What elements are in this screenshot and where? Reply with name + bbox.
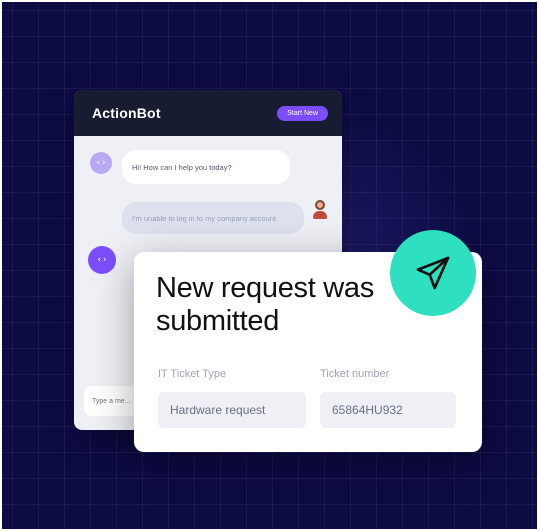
ticket-type-label: IT Ticket Type — [158, 368, 227, 380]
chat-title: ActionBot — [92, 105, 161, 121]
bot-avatar: ‹› — [90, 152, 112, 174]
card-title: New request was submitted — [156, 272, 374, 337]
code-bracket-icon: ‹› — [95, 158, 107, 168]
ticket-number-label: Ticket number — [320, 368, 390, 380]
ticket-type-field: Hardware request — [158, 392, 306, 428]
user-avatar-icon — [310, 200, 330, 222]
bot-message-bubble: Hi! How can I help you today? — [122, 150, 290, 184]
user-message-bubble: I'm unable to log in to my company accou… — [122, 202, 304, 234]
start-new-button[interactable]: Start New — [277, 105, 328, 121]
paper-plane-icon — [416, 256, 450, 290]
bot-avatar-typing: ‹› — [88, 246, 116, 274]
chat-header: ActionBot Start New — [74, 90, 342, 136]
send-badge — [390, 230, 476, 316]
background-frame: ActionBot Start New ‹› Hi! How can I hel… — [0, 0, 539, 531]
ticket-number-field: 65864HU932 — [320, 392, 456, 428]
code-bracket-icon: ‹› — [96, 255, 108, 265]
